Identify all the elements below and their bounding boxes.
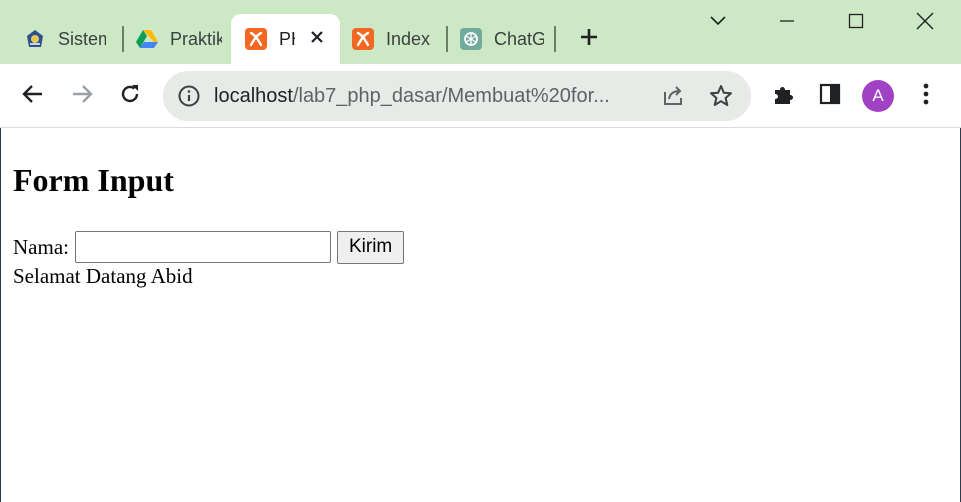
browser-toolbar: localhost/lab7_php_dasar/Membuat%20for..… — [0, 64, 961, 128]
tab-title: ChatG — [494, 28, 544, 49]
xampp-icon — [352, 28, 374, 50]
university-logo-icon — [24, 28, 46, 50]
google-drive-icon — [136, 28, 158, 50]
arrow-right-icon — [70, 82, 94, 111]
profile-avatar[interactable]: A — [862, 80, 894, 112]
chatgpt-icon — [460, 28, 482, 50]
arrow-left-icon — [21, 82, 45, 111]
bookmark-star-icon[interactable] — [708, 83, 734, 109]
name-input[interactable] — [74, 231, 331, 263]
xampp-icon — [245, 28, 267, 50]
close-icon — [916, 12, 934, 35]
tab-search-button[interactable] — [703, 8, 733, 38]
page-title: Form Input — [13, 162, 174, 198]
tab-title: Sistem — [58, 28, 106, 49]
side-panel-icon — [819, 83, 841, 110]
puzzle-piece-icon — [771, 82, 795, 111]
tab-chatgpt[interactable]: ChatG — [446, 14, 550, 64]
tab-title: PH — [279, 28, 295, 49]
back-button[interactable] — [17, 80, 49, 112]
maximize-button[interactable] — [841, 8, 871, 38]
reload-icon — [118, 82, 142, 111]
tab-php-active[interactable]: PH — [231, 14, 340, 64]
name-form: Nama: Kirim — [13, 230, 405, 264]
new-tab-button[interactable] — [576, 24, 602, 54]
tab-index[interactable]: Index — [338, 14, 442, 64]
name-label: Nama: — [13, 234, 69, 259]
greeting-text: Selamat Datang Abid — [13, 264, 193, 288]
share-icon[interactable] — [660, 83, 686, 109]
tab-title: Index — [386, 28, 431, 49]
chevron-down-icon — [709, 14, 727, 32]
site-info-icon[interactable] — [177, 84, 201, 108]
submit-button[interactable]: Kirim — [336, 230, 405, 264]
forward-button[interactable] — [66, 80, 98, 112]
maximize-icon — [848, 13, 864, 34]
window-border-left — [0, 128, 1, 502]
url-host: localhost — [214, 85, 293, 107]
address-bar[interactable]: localhost/lab7_php_dasar/Membuat%20for..… — [163, 71, 751, 121]
close-tab-icon[interactable] — [309, 29, 325, 49]
url-text[interactable]: localhost/lab7_php_dasar/Membuat%20for..… — [214, 83, 634, 109]
reload-button[interactable] — [114, 80, 146, 112]
url-path: /lab7_php_dasar/Membuat%20for... — [292, 85, 610, 107]
tab-praktik[interactable]: Praktik — [122, 14, 222, 64]
side-panel-button[interactable] — [814, 80, 846, 112]
tab-title: Praktik — [170, 28, 222, 49]
minimize-button[interactable] — [772, 8, 802, 38]
kebab-menu-icon — [923, 83, 929, 110]
tab-strip: Sistem Praktik PH — [0, 0, 961, 64]
page-content: Form Input Nama: Kirim Selamat Datang Ab… — [0, 129, 961, 502]
tab-sistem[interactable]: Sistem — [10, 14, 114, 64]
minimize-icon — [779, 13, 795, 34]
plus-icon — [579, 27, 599, 52]
tab-separator — [554, 26, 556, 52]
browser-menu-button[interactable] — [910, 80, 942, 112]
extensions-button[interactable] — [767, 80, 799, 112]
close-window-button[interactable] — [910, 8, 940, 38]
